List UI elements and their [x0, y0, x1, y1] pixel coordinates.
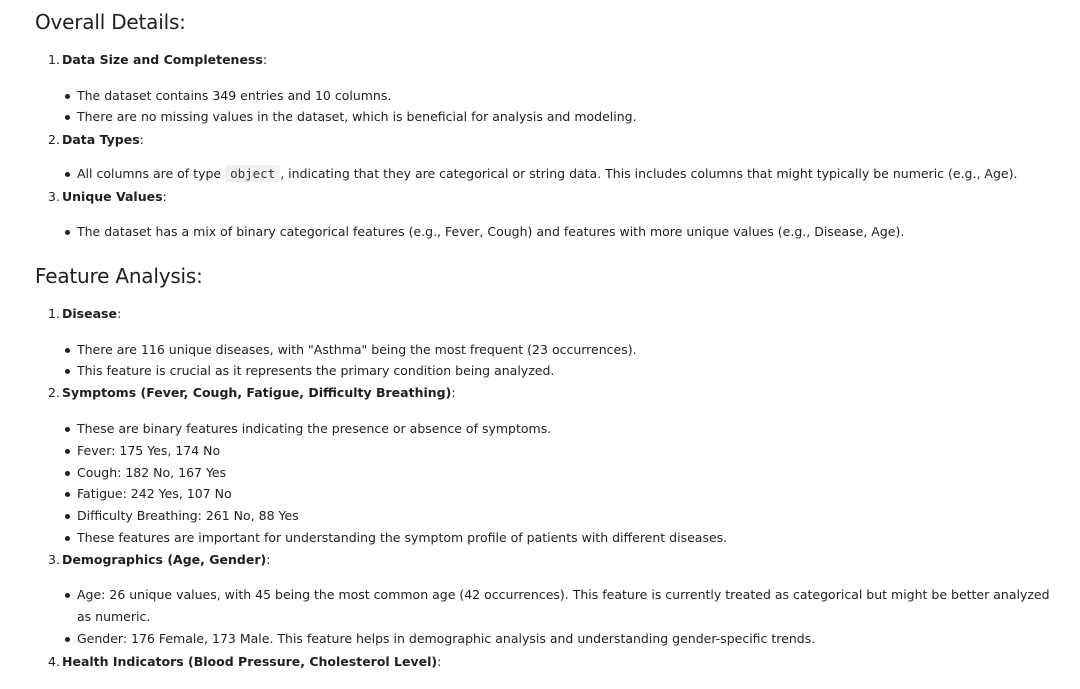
list-item-health-indicators: 4. Health Indicators (Blood Pressure, Cho… — [48, 654, 442, 669]
bullet-item: The dataset contains 349 entries and 10 … — [64, 85, 391, 107]
item-number: 3. — [48, 189, 60, 204]
bullet-item: These are binary features indicating the… — [64, 418, 551, 440]
item-label: Symptoms (Fever, Cough, Fatigue, Difficu… — [62, 385, 452, 400]
list-item-unique-values: 3. Unique Values: — [48, 189, 167, 204]
item-label: Disease — [62, 306, 117, 321]
bullet-item: Fever: 175 Yes, 174 No — [64, 440, 220, 462]
section-heading-feature-analysis: Feature Analysis: — [35, 264, 203, 288]
bullet-item: There are 116 unique diseases, with "Ast… — [65, 339, 637, 361]
bullet-item: Fatigue: 242 Yes, 107 No — [65, 483, 232, 505]
bullet-item: All columns are of type object, indicati… — [64, 163, 1017, 185]
bullet-item: Cough: 182 No, 167 Yes — [64, 462, 226, 484]
item-number: 1. — [48, 52, 60, 67]
list-item-data-types: 2. Data Types: — [48, 132, 144, 147]
bullet-item: The dataset has a mix of binary categori… — [64, 221, 904, 243]
item-number: 2. — [48, 132, 60, 147]
item-label: Unique Values — [62, 189, 163, 204]
item-number: 4. — [48, 654, 60, 669]
bullet-item: These features are important for underst… — [64, 527, 727, 549]
list-item-demographics: 3. Demographics (Age, Gender): — [48, 552, 271, 567]
section-heading-overall-details: Overall Details: — [35, 10, 186, 34]
item-label: Demographics (Age, Gender) — [62, 552, 267, 567]
item-number: 3. — [48, 552, 60, 567]
item-label: Data Size and Completeness — [62, 52, 263, 67]
bullet-item: Difficulty Breathing: 261 No, 88 Yes — [65, 505, 299, 527]
item-number: 1. — [48, 306, 60, 321]
bullet-item: There are no missing values in the datas… — [65, 106, 637, 128]
bullet-item: Age: 26 unique values, with 45 being the… — [65, 584, 1057, 628]
list-item-disease: 1. Disease: — [48, 306, 122, 321]
list-item-data-size: 1. Data Size and Completeness: — [48, 52, 268, 67]
bullet-item: This feature is crucial as it represents… — [64, 360, 554, 382]
item-number: 2. — [48, 385, 60, 400]
bullet-item: Gender: 176 Female, 173 Male. This featu… — [64, 628, 815, 650]
list-item-symptoms: 2. Symptoms (Fever, Cough, Fatigue, Diffi… — [48, 385, 456, 400]
item-label: Health Indicators (Blood Pressure, Chole… — [62, 654, 438, 669]
inline-code: object — [225, 165, 281, 182]
item-label: Data Types — [62, 132, 140, 147]
